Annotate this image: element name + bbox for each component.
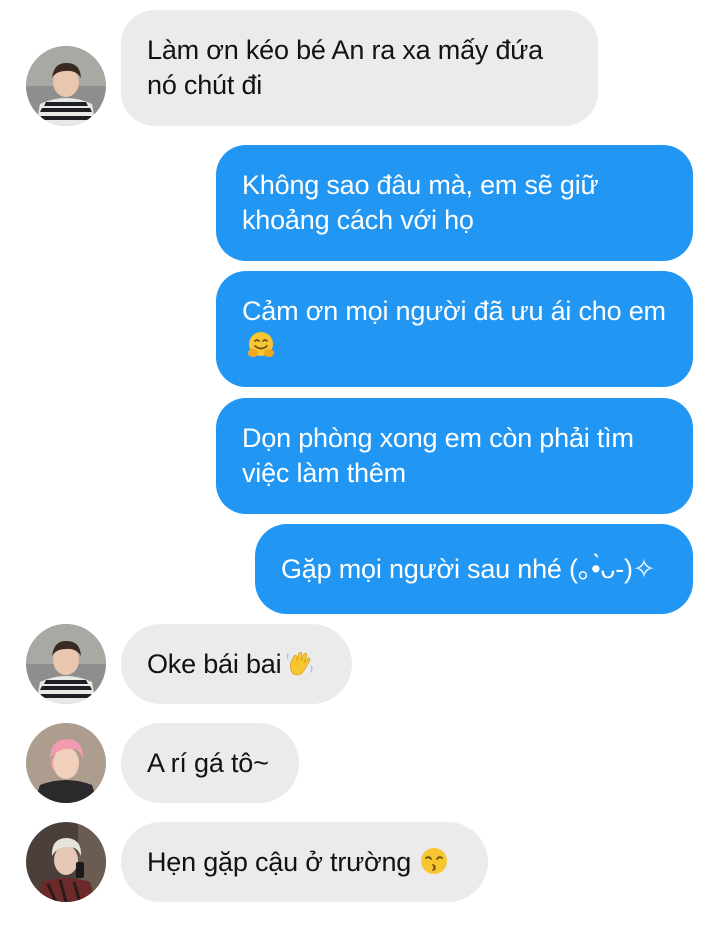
message-bubble[interactable]: Gặp mọi người sau nhé (｡•̀ᴗ-)✧ <box>255 524 693 614</box>
message-bubble[interactable]: Dọn phòng xong em còn phải tìm việc làm … <box>216 398 693 514</box>
message-text: Gặp mọi người sau nhé (｡•̀ᴗ-)✧ <box>281 553 656 584</box>
message-bubble[interactable]: Hẹn gặp cậu ở trường <box>121 822 488 902</box>
chat-thread: Làm ơn kéo bé An ra xa mấy đứa nó chút đ… <box>0 0 719 927</box>
message-text: Hẹn gặp cậu ở trường <box>147 845 449 880</box>
avatar-user-1[interactable] <box>26 624 106 704</box>
message-bubble[interactable]: Oke bái bai <box>121 624 352 704</box>
message-bubble[interactable]: Cảm ơn mọi người đã ưu ái cho em <box>216 271 693 387</box>
message-text: Dọn phòng xong em còn phải tìm việc làm … <box>242 423 634 488</box>
avatar-user-3[interactable] <box>26 822 106 902</box>
waving-hand-emoji-icon <box>285 648 315 678</box>
message-bubble[interactable]: A rí gá tô~ <box>121 723 299 803</box>
kissing-face-emoji-icon <box>419 846 449 876</box>
message-text: Không sao đâu mà, em sẽ giữ khoảng cách … <box>242 170 599 235</box>
message-bubble[interactable]: Làm ơn kéo bé An ra xa mấy đứa nó chút đ… <box>121 10 598 126</box>
message-text: A rí gá tô~ <box>147 747 269 778</box>
message-text: Oke bái bai <box>147 647 315 682</box>
avatar-user-1[interactable] <box>26 46 106 126</box>
hugging-face-emoji-icon <box>246 330 276 360</box>
avatar-user-2[interactable] <box>26 723 106 803</box>
message-text: Làm ơn kéo bé An ra xa mấy đứa nó chút đ… <box>147 35 543 100</box>
message-bubble[interactable]: Không sao đâu mà, em sẽ giữ khoảng cách … <box>216 145 693 261</box>
message-text: Cảm ơn mọi người đã ưu ái cho em <box>242 294 667 364</box>
